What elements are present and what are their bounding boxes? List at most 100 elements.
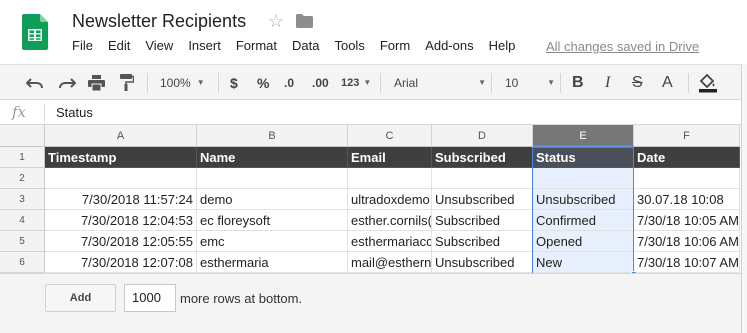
menu-view[interactable]: View xyxy=(145,38,173,56)
cell-b4[interactable]: ec floreysoft xyxy=(197,210,348,231)
cell-d6[interactable]: Unsubscribed xyxy=(432,252,533,273)
italic-button[interactable]: I xyxy=(605,65,610,100)
add-rows-button[interactable]: Add xyxy=(45,284,116,312)
cell-e2[interactable] xyxy=(533,168,634,189)
menu-tools[interactable]: Tools xyxy=(334,38,364,56)
menu-edit[interactable]: Edit xyxy=(108,38,130,56)
row-header-6[interactable]: 6 xyxy=(0,252,45,273)
row-header-3[interactable]: 3 xyxy=(0,189,45,210)
cell-a1[interactable]: Timestamp xyxy=(45,147,197,168)
cell-b1[interactable]: Name xyxy=(197,147,348,168)
row-header-1[interactable]: 1 xyxy=(0,147,45,168)
print-icon[interactable] xyxy=(88,65,105,100)
toolbar-separator xyxy=(147,73,148,93)
cell-a6[interactable]: 7/30/2018 12:07:08 xyxy=(45,252,197,273)
save-status-link[interactable]: All changes saved in Drive xyxy=(546,39,699,54)
cell-e4[interactable]: Confirmed xyxy=(533,210,634,231)
rows-count-input[interactable]: 1000 xyxy=(124,284,176,312)
font-family-select[interactable]: Arial ▼ xyxy=(394,65,486,100)
sheets-logo-icon[interactable] xyxy=(22,14,48,50)
cell-a4[interactable]: 7/30/2018 12:04:53 xyxy=(45,210,197,231)
menu-form[interactable]: Form xyxy=(380,38,410,56)
column-header-b[interactable]: B xyxy=(197,125,348,147)
cell-c4[interactable]: esther.cornils( xyxy=(348,210,432,231)
cell-b5[interactable]: emc xyxy=(197,231,348,252)
decrease-decimal-button[interactable]: .0 xyxy=(284,65,294,100)
title-bar: Newsletter Recipients ☆ File Edit View I… xyxy=(0,0,747,64)
row-header-2[interactable]: 2 xyxy=(0,168,45,189)
column-header-a[interactable]: A xyxy=(45,125,197,147)
menu-file[interactable]: File xyxy=(72,38,93,56)
formula-bar: fx Status xyxy=(0,100,747,125)
cell-c6[interactable]: mail@esthern xyxy=(348,252,432,273)
cell-e1[interactable]: Status xyxy=(533,147,634,168)
cell-c1[interactable]: Email xyxy=(348,147,432,168)
select-all-corner[interactable] xyxy=(0,125,45,147)
chevron-down-icon: ▼ xyxy=(363,78,372,87)
spreadsheet-grid: A B C D E F 1 Timestamp Name Email Subsc… xyxy=(0,125,747,277)
cell-e5[interactable]: Opened xyxy=(533,231,634,252)
zoom-select[interactable]: 100% ▼ xyxy=(160,65,205,100)
menu-help[interactable]: Help xyxy=(489,38,516,56)
menu-format[interactable]: Format xyxy=(236,38,277,56)
cell-b6[interactable]: esthermaria xyxy=(197,252,348,273)
chevron-down-icon: ▼ xyxy=(196,78,205,87)
increase-decimal-button[interactable]: .00 xyxy=(312,65,329,100)
paint-format-icon[interactable] xyxy=(120,65,134,100)
fx-icon: fx xyxy=(12,103,27,121)
cell-d3[interactable]: Unsubscribed xyxy=(432,189,533,210)
undo-icon[interactable] xyxy=(26,65,44,100)
star-icon[interactable]: ☆ xyxy=(268,11,284,31)
document-title[interactable]: Newsletter Recipients xyxy=(72,11,246,32)
cell-f2[interactable] xyxy=(634,168,740,189)
menu-insert[interactable]: Insert xyxy=(188,38,221,56)
column-header-f[interactable]: F xyxy=(634,125,740,147)
cell-f6[interactable]: 7/30/18 10:07 AM xyxy=(634,252,740,273)
cell-c5[interactable]: esthermariacc xyxy=(348,231,432,252)
formula-input[interactable]: Status xyxy=(56,105,93,120)
toolbar-separator xyxy=(560,73,561,93)
vertical-scrollbar[interactable] xyxy=(741,64,747,333)
zoom-value: 100% xyxy=(160,75,191,90)
cell-f3[interactable]: 30.07.18 10:08 xyxy=(634,189,740,210)
cell-d4[interactable]: Subscribed xyxy=(432,210,533,231)
cell-a3[interactable]: 7/30/2018 11:57:24 xyxy=(45,189,197,210)
number-format-value: 123 xyxy=(341,76,360,89)
row-header-5[interactable]: 5 xyxy=(0,231,45,252)
column-header-c[interactable]: C xyxy=(348,125,432,147)
menu-data[interactable]: Data xyxy=(292,38,319,56)
rows-label: more rows at bottom. xyxy=(180,291,303,306)
text-color-button[interactable]: A xyxy=(662,65,673,100)
menu-add-ons[interactable]: Add-ons xyxy=(425,38,473,56)
bold-button[interactable]: B xyxy=(572,65,584,100)
currency-format-button[interactable]: $ xyxy=(230,65,238,100)
toolbar-separator xyxy=(688,73,689,93)
cell-f5[interactable]: 7/30/18 10:06 AM xyxy=(634,231,740,252)
cell-f1[interactable]: Date xyxy=(634,147,740,168)
cell-c2[interactable] xyxy=(348,168,432,189)
column-header-d[interactable]: D xyxy=(432,125,533,147)
redo-icon[interactable] xyxy=(58,65,76,100)
row-header-4[interactable]: 4 xyxy=(0,210,45,231)
cell-e6[interactable]: New xyxy=(533,252,634,273)
cell-a5[interactable]: 7/30/2018 12:05:55 xyxy=(45,231,197,252)
folder-icon[interactable] xyxy=(296,14,313,28)
percent-format-button[interactable]: % xyxy=(257,65,269,100)
cell-a2[interactable] xyxy=(45,168,197,189)
strikethrough-button[interactable]: S xyxy=(632,65,643,100)
font-size-select[interactable]: 10 ▼ xyxy=(505,65,555,100)
number-format-select[interactable]: 123 ▼ xyxy=(341,65,371,100)
toolbar-separator xyxy=(380,73,381,93)
cell-d2[interactable] xyxy=(432,168,533,189)
cell-d5[interactable]: Subscribed xyxy=(432,231,533,252)
cell-f4[interactable]: 7/30/18 10:05 AM xyxy=(634,210,740,231)
cell-b3[interactable]: demo xyxy=(197,189,348,210)
chevron-down-icon: ▼ xyxy=(547,78,555,87)
cell-c3[interactable]: ultradoxdemo. xyxy=(348,189,432,210)
fill-color-icon[interactable] xyxy=(698,65,718,100)
toolbar-separator xyxy=(491,73,492,93)
cell-b2[interactable] xyxy=(197,168,348,189)
cell-e3[interactable]: Unsubscribed xyxy=(533,189,634,210)
column-header-e[interactable]: E xyxy=(533,125,634,147)
cell-d1[interactable]: Subscribed xyxy=(432,147,533,168)
